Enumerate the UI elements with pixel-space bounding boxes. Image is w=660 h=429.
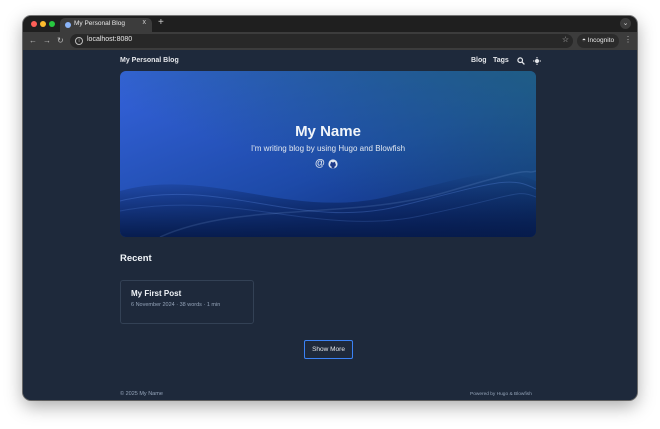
footer-powered-by[interactable]: Powered by Hugo & Blowfish [470,392,532,397]
close-window-button[interactable] [31,21,37,27]
incognito-icon: ◓ [582,37,586,44]
recent-heading: Recent [120,253,152,264]
tab-search-icon[interactable]: ⌄ [620,18,631,29]
favicon-icon [65,22,71,28]
tab-close-button[interactable]: x [143,19,147,26]
kebab-menu-icon[interactable]: ⋮ [624,35,632,44]
hero-background [120,71,536,237]
incognito-badge[interactable]: ◓ Incognito [577,34,619,48]
blog-page: My Personal Blog Blog Tags My Name I'm w… [23,50,637,400]
author-tagline: I'm writing blog by using Hugo and Blowf… [250,144,406,153]
footer-copyright: © 2025 My Name [120,391,163,397]
hero-banner: My Name I'm writing blog by using Hugo a… [120,71,536,237]
browser-window: My Personal Blog x + ⌄ ← → ↻ i localhost… [23,16,637,400]
tab-title: My Personal Blog [74,20,125,27]
post-title[interactable]: My First Post [131,289,181,298]
nav-link-tags[interactable]: Tags [493,57,509,64]
new-tab-button[interactable]: + [158,17,164,29]
star-icon[interactable]: ☆ [562,35,569,44]
url-text: localhost:8080 [87,36,133,43]
browser-tab[interactable]: My Personal Blog x [60,18,152,32]
nav-link-blog[interactable]: Blog [471,57,487,64]
github-icon[interactable] [328,159,338,169]
site-title[interactable]: My Personal Blog [120,57,179,64]
show-more-button[interactable]: Show More [304,340,353,359]
appearance-icon[interactable] [533,57,541,65]
social-links: @ [315,158,345,170]
incognito-label: Incognito [587,37,615,44]
reload-icon[interactable]: ↻ [57,35,64,47]
search-icon[interactable] [517,57,525,65]
minimize-window-button[interactable] [40,21,46,27]
back-icon[interactable]: ← [29,35,37,47]
maximize-window-button[interactable] [49,21,55,27]
browser-toolbar: ← → ↻ i localhost:8080 ☆ ◓ Incognito ⋮ [23,32,637,50]
post-card[interactable]: My First Post 6 November 2024 · 38 words… [120,280,254,324]
forward-icon[interactable]: → [43,35,51,47]
address-bar[interactable]: i localhost:8080 ☆ [70,34,573,48]
email-icon[interactable]: @ [315,158,325,170]
post-meta: 6 November 2024 · 38 words · 1 min [131,302,221,308]
tab-strip: My Personal Blog x + ⌄ [23,16,637,32]
info-icon[interactable]: i [75,37,83,45]
author-name: My Name [295,123,361,140]
